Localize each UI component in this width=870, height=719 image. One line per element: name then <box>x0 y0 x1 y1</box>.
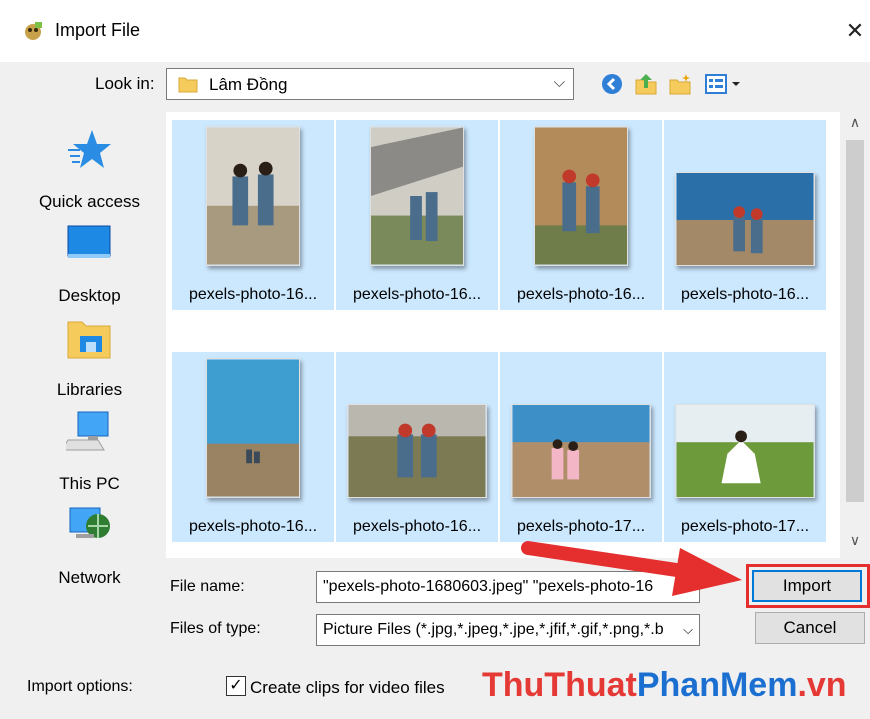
file-name: pexels-photo-16... <box>680 286 810 303</box>
look-in-dropdown[interactable]: Lâm Đồng ⌵ <box>166 68 574 100</box>
scroll-thumb[interactable] <box>846 140 864 502</box>
place-quick-access[interactable]: Quick access <box>22 128 157 216</box>
new-folder-icon[interactable] <box>668 72 692 96</box>
file-tile[interactable]: pexels-photo-16... <box>664 120 826 310</box>
file-name: pexels-photo-16... <box>188 286 318 303</box>
file-tile[interactable]: pexels-photo-16... <box>336 120 498 310</box>
file-name: pexels-photo-17... <box>516 518 646 535</box>
look-in-label: Look in: <box>95 74 155 93</box>
chevron-down-icon: ⌵ <box>553 74 565 91</box>
window-title: Import File <box>55 20 141 40</box>
place-label: This PC <box>59 474 120 493</box>
watermark-part: PhanMem <box>636 666 798 704</box>
watermark-part: ThuThuat <box>482 666 637 704</box>
cancel-button[interactable]: Cancel <box>755 612 865 644</box>
chevron-down-icon: ⌵ <box>677 615 699 645</box>
file-tile[interactable]: pexels-photo-17... <box>664 352 826 542</box>
file-name: pexels-photo-16... <box>352 286 482 303</box>
file-tile[interactable]: pexels-photo-16... <box>172 352 334 542</box>
file-name: pexels-photo-16... <box>516 286 646 303</box>
libraries-icon <box>67 321 111 359</box>
folder-icon <box>178 77 198 93</box>
scroll-down-icon[interactable]: ∨ <box>842 532 868 554</box>
photo-thumbnail <box>347 404 487 498</box>
star-icon <box>68 130 111 168</box>
file-tile[interactable]: pexels-photo-16... <box>336 352 498 542</box>
file-list[interactable]: pexels-photo-16... pexels-photo-16... pe… <box>166 112 840 558</box>
create-clips-checkbox[interactable]: ✓ <box>226 676 246 696</box>
place-this-pc[interactable]: This PC <box>22 410 157 498</box>
photo-thumbnail <box>370 126 464 266</box>
files-of-type-label: Files of type: <box>170 620 261 637</box>
close-icon[interactable]: ✕ <box>842 18 868 44</box>
desktop-icon <box>67 225 111 258</box>
network-icon <box>69 507 110 538</box>
vertical-scrollbar[interactable]: ∧ ∨ <box>842 112 868 558</box>
file-tile[interactable]: pexels-photo-17... <box>500 352 662 542</box>
place-desktop[interactable]: Desktop <box>22 222 157 310</box>
file-tile[interactable]: pexels-photo-16... <box>172 120 334 310</box>
app-icon <box>25 22 42 40</box>
watermark-logo: ThuThuatPhanMem.vn <box>482 666 847 705</box>
file-tile[interactable]: pexels-photo-16... <box>500 120 662 310</box>
photo-thumbnail <box>675 404 815 498</box>
watermark-part: .vn <box>797 666 847 704</box>
file-name: pexels-photo-16... <box>188 518 318 535</box>
photo-thumbnail <box>206 358 300 498</box>
place-label: Libraries <box>56 380 123 399</box>
place-label: Quick access <box>38 192 141 211</box>
files-of-type-dropdown[interactable]: Picture Files (*.jpg,*.jpeg,*.jpe,*.jfif… <box>316 614 700 646</box>
place-libraries[interactable]: Libraries <box>22 316 157 404</box>
file-name-label: File name: <box>170 578 245 595</box>
places-bar: Quick access Desktop Libraries This PC N… <box>22 112 157 587</box>
photo-thumbnail <box>511 404 651 498</box>
create-clips-label[interactable]: Create clips for video files <box>250 678 445 698</box>
title-bar: Import File ✕ <box>0 0 870 62</box>
up-folder-icon[interactable] <box>634 72 658 96</box>
back-icon[interactable] <box>600 72 624 96</box>
scroll-up-icon[interactable]: ∧ <box>842 114 868 136</box>
file-name: pexels-photo-17... <box>680 518 810 535</box>
import-options-label: Import options: <box>27 678 133 695</box>
files-of-type-value: Picture Files (*.jpg,*.jpeg,*.jpe,*.jfif… <box>323 621 664 638</box>
place-label: Desktop <box>58 286 121 305</box>
view-menu-icon[interactable] <box>704 72 744 96</box>
import-button[interactable]: Import <box>752 570 862 602</box>
place-network[interactable]: Network <box>22 504 157 592</box>
computer-icon <box>66 411 109 451</box>
look-in-value: Lâm Đồng <box>209 75 288 94</box>
photo-thumbnail <box>206 126 300 266</box>
red-arrow-icon <box>521 541 742 596</box>
photo-thumbnail <box>675 172 815 266</box>
photo-thumbnail <box>534 126 628 266</box>
place-label: Network <box>58 568 121 587</box>
file-name: pexels-photo-16... <box>352 518 482 535</box>
